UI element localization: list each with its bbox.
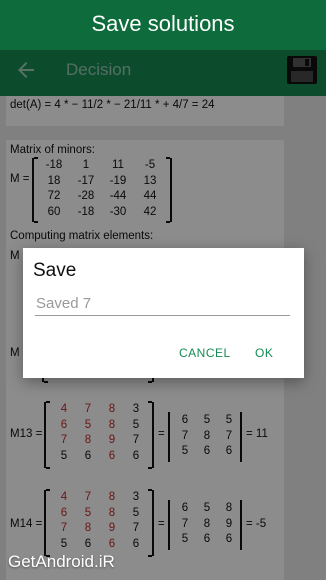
dialog-title: Save	[33, 260, 77, 281]
ok-button[interactable]: OK	[255, 346, 273, 360]
promo-banner: Save solutions	[0, 0, 326, 50]
cancel-button[interactable]: CANCEL	[179, 346, 231, 360]
watermark-text: GetAndroid.iR	[8, 552, 115, 571]
save-name-input[interactable]	[35, 292, 290, 316]
save-dialog: Save CANCEL OK	[23, 248, 304, 378]
